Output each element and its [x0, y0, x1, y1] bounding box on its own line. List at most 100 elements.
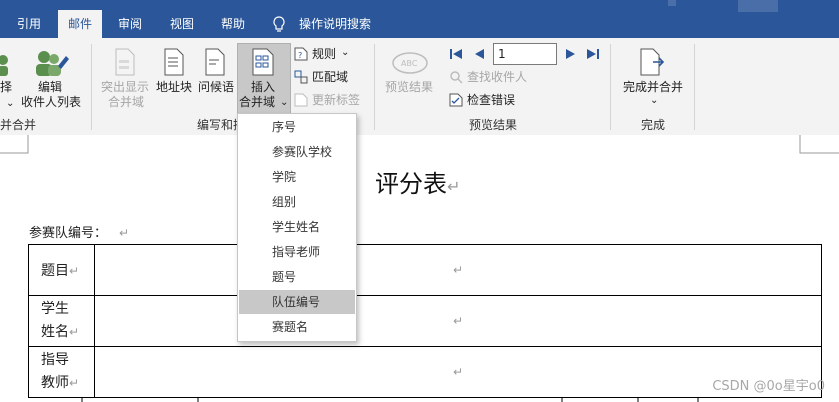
tab-review[interactable]: 审阅 — [118, 13, 142, 38]
row-label-student-1: 学生 — [41, 301, 69, 317]
merge-field-menu-item-label: 学生姓名 — [272, 220, 321, 234]
table-row: 题目↵ ↵ — [28, 244, 822, 296]
merge-field-menu-item[interactable]: 参赛队学校 — [239, 140, 355, 164]
highlight-merge-fields-label-1: 突出显示 — [101, 80, 150, 94]
merge-field-menu-item-label: 赛题名 — [272, 320, 309, 334]
first-record-icon[interactable] — [449, 47, 463, 61]
watermark: CSDN @0o星宇o0 — [712, 379, 825, 394]
insert-merge-field-label-1: 插入 — [251, 80, 276, 94]
window-decoration — [668, 0, 676, 6]
check-errors-icon — [449, 93, 463, 107]
table-row: 指导 教师↵ ↵ — [28, 346, 822, 398]
group-divider — [694, 44, 695, 130]
svg-text:?: ? — [298, 51, 302, 60]
merge-field-menu-item[interactable]: 队伍编号 — [239, 290, 355, 314]
group-divider — [91, 44, 92, 130]
tab-help[interactable]: 帮助 — [221, 13, 245, 38]
table-cell-value[interactable]: ↵ — [94, 244, 822, 296]
paragraph-mark: ↵ — [69, 264, 80, 278]
select-recipients-icon[interactable] — [0, 52, 16, 82]
highlight-merge-fields-label-2: 合并域 — [108, 95, 145, 109]
rules-icon: ? — [294, 47, 308, 61]
table-row: 学生 姓名↵ ↵ — [28, 295, 822, 347]
merge-field-menu-item-label: 学院 — [272, 170, 297, 184]
table-cell-label[interactable]: 题目↵ — [28, 244, 95, 296]
edit-recipients-label-1[interactable]: 编辑 — [38, 80, 62, 95]
merge-field-menu-item[interactable]: 题号 — [239, 265, 355, 289]
last-record-icon[interactable] — [586, 47, 600, 61]
row-label-student-2: 姓名 — [41, 324, 69, 340]
match-fields-icon — [294, 70, 308, 84]
merge-field-menu-item[interactable]: 赛题名 — [239, 315, 355, 339]
chevron-down-icon: ⌄ — [6, 98, 15, 109]
insert-merge-field-label-2: 合并域 — [239, 95, 276, 109]
tell-me-search[interactable]: 操作说明搜索 — [299, 13, 371, 38]
merge-field-menu-item-label: 参赛队学校 — [272, 145, 333, 159]
document-title: 评分表↵ — [375, 164, 460, 199]
next-record-icon[interactable] — [564, 47, 576, 61]
match-fields-button[interactable]: 匹配域 — [312, 70, 348, 85]
team-number-label: 参赛队编号： — [29, 226, 108, 241]
update-labels-icon — [294, 93, 308, 107]
check-errors-button[interactable]: 检查错误 — [467, 93, 515, 108]
edit-recipients-icon[interactable] — [34, 48, 70, 80]
insert-merge-field-icon — [252, 48, 274, 76]
paragraph-mark: ↵ — [452, 314, 464, 328]
tab-mailings[interactable]: 邮件 — [58, 10, 103, 38]
merge-field-menu-item[interactable]: 组别 — [239, 190, 355, 214]
paragraph-mark: ↵ — [447, 177, 461, 196]
merge-field-menu-item-label: 指导老师 — [272, 245, 321, 259]
page-corner-marks — [0, 135, 839, 154]
merge-field-menu-item[interactable]: 序号 — [239, 115, 355, 139]
table-next-row-borders — [81, 397, 699, 402]
lightbulb-icon — [273, 16, 285, 32]
merge-field-menu-item[interactable]: 学生姓名 — [239, 215, 355, 239]
table-cell-value[interactable]: ↵ — [94, 295, 822, 347]
edit-recipients-label-2[interactable]: 收件人列表 — [21, 95, 81, 110]
merge-field-menu-item[interactable]: 指导老师 — [239, 240, 355, 264]
window-decoration — [738, 0, 778, 12]
merge-field-menu-item-label: 序号 — [272, 120, 297, 134]
paragraph-mark: ↵ — [69, 325, 80, 339]
finish-merge-icon — [640, 48, 665, 76]
preview-results-button: 预览结果 — [385, 80, 434, 94]
record-number-value: 1 — [498, 47, 506, 61]
chevron-down-icon: ⌄ — [280, 97, 289, 108]
address-block-button[interactable]: 地址块 — [156, 80, 192, 95]
team-number-line: 参赛队编号： ↵ — [29, 222, 129, 241]
group-preview-results: 预览结果 — [469, 118, 518, 132]
merge-field-dropdown: 序号参赛队学校学院组别学生姓名指导老师题号队伍编号赛题名 — [237, 113, 357, 342]
paragraph-mark: ↵ — [119, 226, 130, 240]
merge-field-menu-item-label: 组别 — [272, 195, 297, 209]
greeting-line-icon[interactable] — [204, 48, 226, 76]
merge-field-menu-item-label: 队伍编号 — [272, 295, 321, 309]
greeting-line-button[interactable]: 问候语 — [198, 80, 234, 95]
merge-field-menu-item-label: 题号 — [272, 270, 297, 284]
preview-results-icon: ABC — [392, 52, 428, 74]
group-finish: 完成 — [641, 118, 666, 132]
group-divider — [610, 44, 611, 130]
paragraph-mark: ↵ — [452, 365, 464, 379]
select-recipients-label: 择 — [0, 80, 13, 94]
update-labels-button: 更新标签 — [312, 93, 361, 107]
table-cell-label[interactable]: 学生 姓名↵ — [28, 295, 95, 347]
rules-button[interactable]: 规则 — [312, 47, 336, 62]
previous-record-icon[interactable] — [474, 47, 486, 61]
tab-references[interactable]: 引用 — [17, 13, 41, 38]
highlight-merge-fields-icon — [115, 48, 135, 76]
tab-view[interactable]: 视图 — [170, 13, 194, 38]
table-cell-label[interactable]: 指导 教师↵ — [28, 346, 95, 398]
group-divider — [374, 44, 375, 130]
record-number-input[interactable]: 1 — [493, 43, 557, 65]
find-recipient-icon — [450, 71, 463, 84]
score-table: 题目↵ ↵ 学生 姓名↵ ↵ 指导 教师↵ ↵ — [28, 244, 822, 398]
paragraph-mark: ↵ — [452, 263, 464, 277]
paragraph-mark: ↵ — [69, 376, 80, 390]
row-label-teacher-1: 指导 — [41, 352, 69, 368]
document-title-text: 评分表 — [375, 170, 447, 198]
chevron-down-icon: ⌄ — [650, 95, 659, 106]
merge-field-menu-item[interactable]: 学院 — [239, 165, 355, 189]
row-label-teacher-2: 教师 — [41, 375, 69, 391]
chevron-down-icon: ⌄ — [341, 47, 350, 58]
address-block-icon[interactable] — [163, 48, 185, 76]
